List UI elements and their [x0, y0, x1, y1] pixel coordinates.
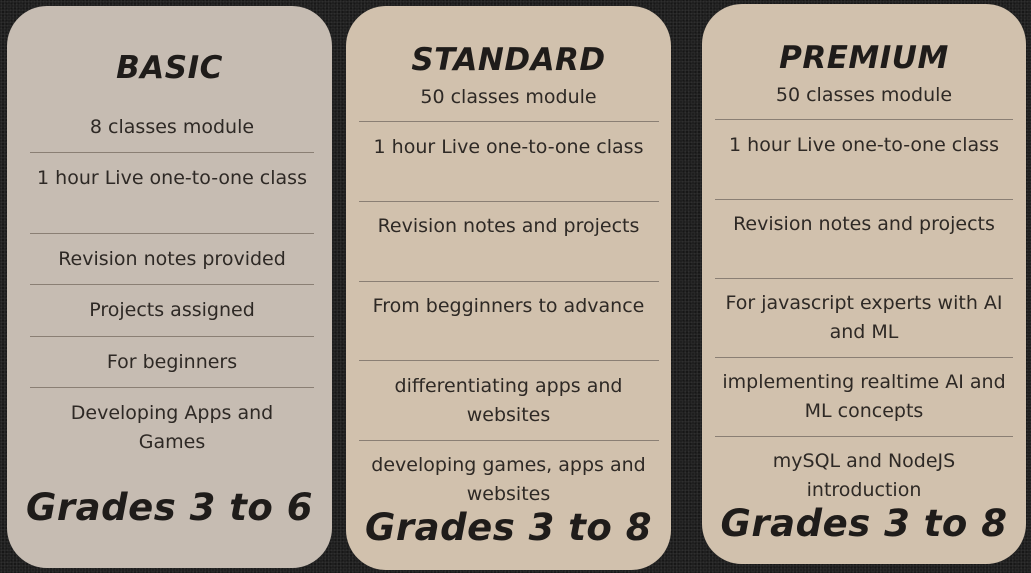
feature-divider — [30, 387, 314, 388]
feature-divider — [30, 336, 314, 337]
plan-feature: 8 classes module — [89, 116, 255, 138]
feature-divider — [30, 233, 314, 234]
plan-feature: differentiating apps and websites — [394, 375, 623, 426]
plan-feature: Developing Apps and Games — [70, 402, 274, 453]
feature-divider — [30, 284, 314, 285]
feature-divider — [715, 357, 1013, 358]
plan-grades: Grades 3 to 6 — [26, 486, 313, 529]
plan-feature: From begginners to advance — [372, 295, 645, 317]
plan-feature: Revision notes and projects — [733, 213, 995, 235]
plan-module: 50 classes module — [775, 84, 953, 106]
plan-feature: mySQL and NodeJS introduction — [772, 450, 956, 501]
feature-divider — [715, 199, 1013, 200]
feature-divider — [359, 440, 659, 441]
plan-feature: 1 hour Live one-to-one class — [37, 167, 307, 189]
plan-feature: developing games, apps and websites — [371, 454, 646, 505]
plan-grades: Grades 3 to 8 — [720, 502, 1008, 545]
feature-divider — [359, 281, 659, 282]
plan-title: PREMIUM — [779, 40, 949, 76]
plan-feature: For javascript experts with AI and ML — [725, 292, 1003, 343]
plan-card-standard: STANDARD 50 classes module 1 hour Live o… — [346, 6, 671, 570]
feature-divider — [715, 119, 1013, 120]
plan-feature: For beginners — [106, 351, 238, 373]
plan-feature: 1 hour Live one-to-one class — [373, 136, 644, 158]
plan-title: BASIC — [116, 50, 223, 86]
plan-card-basic: BASIC 8 classes module 1 hour Live one-t… — [7, 6, 332, 568]
plan-feature: 1 hour Live one-to-one class — [729, 134, 999, 156]
feature-divider — [359, 360, 659, 361]
plan-feature: Revision notes and projects — [377, 215, 640, 237]
plan-card-premium: PREMIUM 50 classes module 1 hour Live on… — [702, 4, 1026, 564]
plan-feature: Revision notes provided — [58, 248, 286, 270]
feature-divider — [359, 201, 659, 202]
plan-module: 50 classes module — [420, 86, 597, 108]
feature-divider — [359, 121, 659, 122]
feature-divider — [715, 278, 1013, 279]
plan-feature: Projects assigned — [89, 299, 255, 321]
plan-title: STANDARD — [411, 42, 606, 78]
plan-feature: implementing realtime AI and ML concepts — [722, 371, 1006, 422]
feature-divider — [30, 152, 314, 153]
feature-divider — [715, 436, 1013, 437]
plan-grades: Grades 3 to 8 — [365, 506, 652, 549]
